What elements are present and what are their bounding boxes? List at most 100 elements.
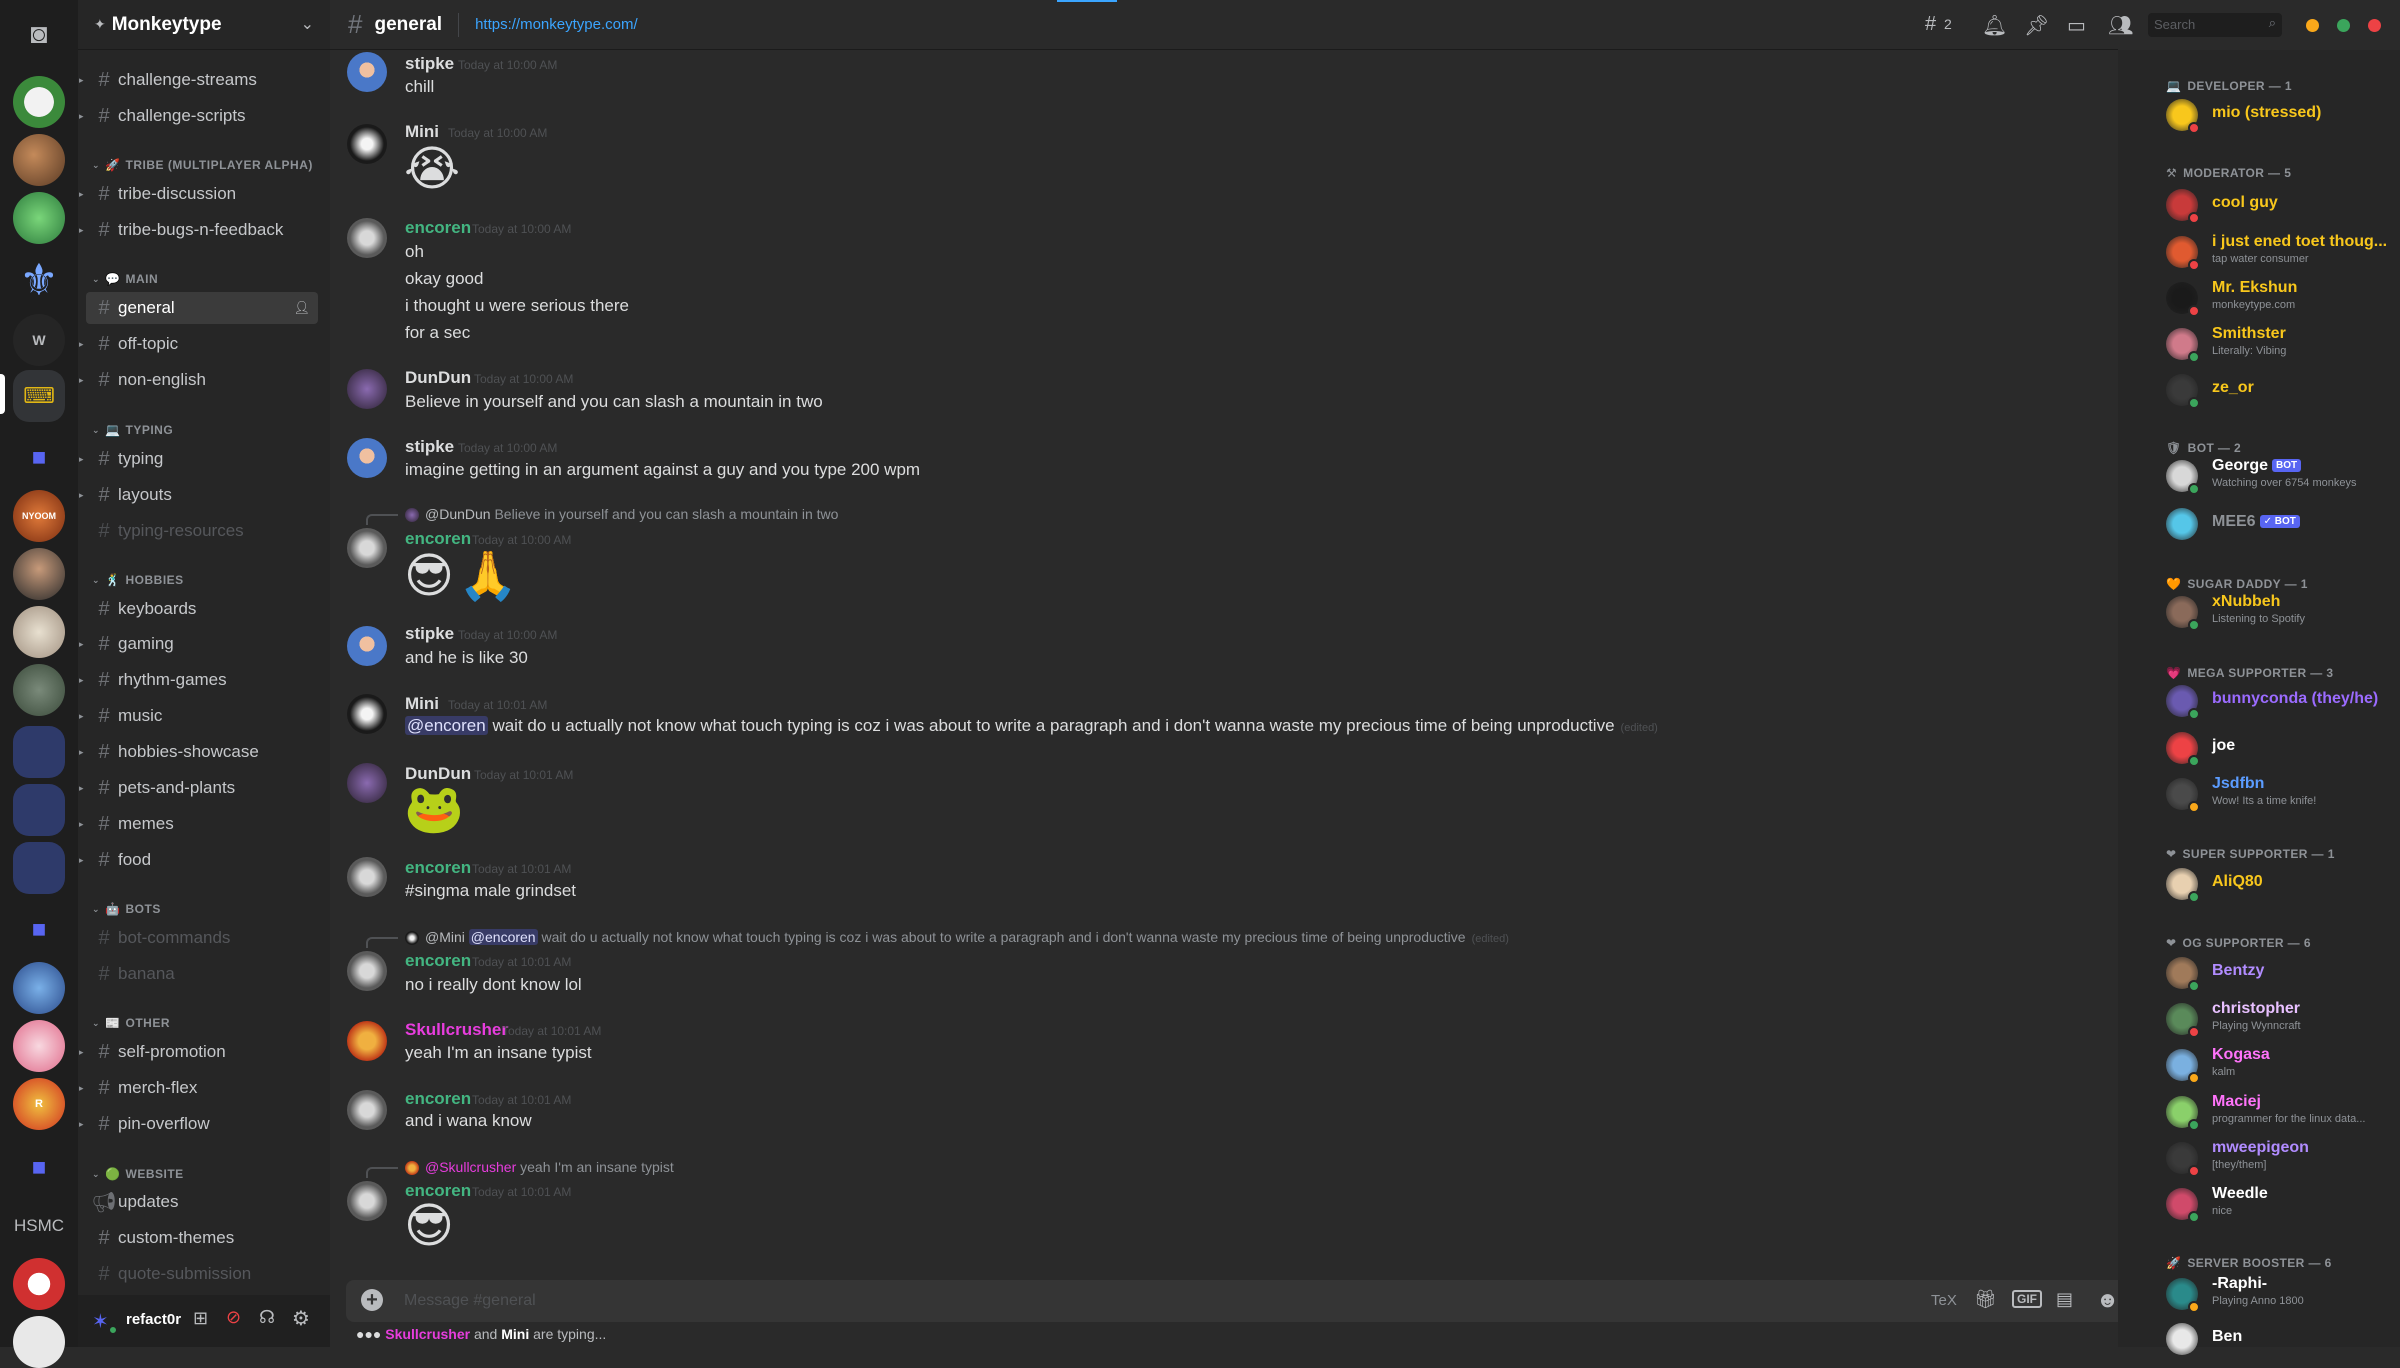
server-icon-monkeytype[interactable]: ⌨ <box>13 370 65 422</box>
member-name[interactable]: ze_or <box>2212 379 2254 397</box>
channel-typing[interactable]: ▸ # typing <box>79 443 318 475</box>
member-name[interactable]: Bentzy <box>2212 962 2264 980</box>
channel-memes[interactable]: ▸ # memes <box>79 808 318 840</box>
message-author[interactable]: stipke <box>405 437 454 457</box>
reply-author[interactable]: @Mini <box>425 929 465 945</box>
folder-icon-2[interactable]: ■ <box>13 904 65 956</box>
message-author[interactable]: encoren <box>405 858 471 878</box>
member-name[interactable]: AliQ80 <box>2212 873 2263 891</box>
member-name[interactable]: bunnyconda (they/he) <box>2212 690 2378 708</box>
channel-updates[interactable]: 📢︎ updates <box>86 1186 318 1218</box>
avatar[interactable] <box>347 1090 387 1130</box>
category-main[interactable]: ⌄ 💬 MAIN <box>92 272 158 286</box>
server-icon-pink[interactable] <box>13 1020 65 1072</box>
reply-preview[interactable]: @Mini @encoren wait do u actually not kn… <box>405 929 1509 946</box>
message-author[interactable]: encoren <box>405 951 471 971</box>
reply-author[interactable]: @Skullcrusher <box>425 1159 516 1175</box>
reply-mention[interactable]: @encoren <box>468 929 538 945</box>
avatar[interactable] <box>347 124 387 164</box>
member-avatar[interactable] <box>2166 1323 2198 1355</box>
server-icon-red[interactable] <box>13 1258 65 1310</box>
server-icon-nyoom[interactable]: NYOOM <box>13 490 65 542</box>
notification-bell-icon[interactable]: 🔔︎ <box>1982 13 2007 38</box>
channel-quote-submission[interactable]: # quote-submission <box>86 1258 318 1290</box>
sticker-icon[interactable]: ▤ <box>2056 1289 2073 1310</box>
chevron-down-icon[interactable]: ⌄ <box>301 14 314 34</box>
avatar[interactable] <box>347 763 387 803</box>
channel-non-english[interactable]: ▸ # non-english <box>79 364 318 396</box>
avatar[interactable] <box>347 626 387 666</box>
server-icon-panda[interactable] <box>13 76 65 128</box>
window-close-button[interactable] <box>2368 19 2381 32</box>
category-hobbies[interactable]: ⌄ 🕺 HOBBIES <box>92 573 184 587</box>
tex-button[interactable]: TeX <box>1931 1292 1957 1309</box>
channel-pin-overflow[interactable]: ▸ # pin-overflow <box>79 1108 318 1140</box>
avatar[interactable] <box>347 52 387 92</box>
member-name[interactable]: George BOT <box>2212 457 2302 475</box>
member-name[interactable]: mio (stressed) <box>2212 104 2321 122</box>
message-author[interactable]: Mini <box>405 694 439 714</box>
category-other[interactable]: ⌄ 📰 OTHER <box>92 1016 170 1030</box>
message-author[interactable]: encoren <box>405 218 471 238</box>
message-author[interactable]: Skullcrusher <box>405 1020 508 1040</box>
channel-keyboards[interactable]: # keyboards <box>86 593 318 625</box>
server-icon-rising[interactable]: R <box>13 1078 65 1130</box>
channel-topic-link[interactable]: https://monkeytype.com/ <box>475 16 638 33</box>
threads-icon[interactable]: # <box>1925 13 1936 36</box>
channel-self-promotion[interactable]: ▸ # self-promotion <box>79 1036 318 1068</box>
search-input[interactable]: Search ⌕ <box>2148 13 2282 37</box>
avatar[interactable] <box>347 1181 387 1221</box>
channel-rhythm-games[interactable]: ▸ # rhythm-games <box>79 664 318 696</box>
channel-banana[interactable]: # banana <box>86 958 318 990</box>
reply-preview[interactable]: @Skullcrusher yeah I'm an insane typist <box>405 1159 674 1176</box>
channel-layouts[interactable]: ▸ # layouts <box>79 479 318 511</box>
channel-merch-flex[interactable]: ▸ # merch-flex <box>79 1072 318 1104</box>
channel-tribe-discussion[interactable]: ▸ # tribe-discussion <box>79 178 318 210</box>
channel-gaming[interactable]: ▸ # gaming <box>79 628 318 660</box>
category-website[interactable]: ⌄ 🟢 WEBSITE <box>92 1167 184 1181</box>
channel-bot-commands[interactable]: # bot-commands <box>86 922 318 954</box>
message-emoji[interactable]: 😎 <box>404 553 454 601</box>
avatar[interactable] <box>347 438 387 478</box>
server-icon-person[interactable] <box>13 606 65 658</box>
server-icon-fleur[interactable]: ⚜ <box>13 254 65 306</box>
message-author[interactable]: encoren <box>405 529 471 549</box>
message-author[interactable]: stipke <box>405 624 454 644</box>
emoji-picker-icon[interactable]: ☻ <box>2096 1287 2119 1313</box>
category-bots[interactable]: ⌄ 🤖 BOTS <box>92 902 161 916</box>
window-maximize-button[interactable] <box>2337 19 2350 32</box>
category-typing[interactable]: ⌄ 💻 TYPING <box>92 423 173 437</box>
member-name[interactable]: Ben <box>2212 1328 2242 1346</box>
member-name[interactable]: Jsdfbn <box>2212 775 2264 793</box>
folder-icon-3[interactable]: ■ <box>13 1142 65 1194</box>
server-icon-w[interactable]: W <box>13 314 65 366</box>
message-input[interactable]: Message #general <box>404 1292 536 1310</box>
server-folder-1[interactable] <box>13 726 65 778</box>
message-author[interactable]: DunDun <box>405 368 471 388</box>
server-icon-bottom[interactable] <box>13 1316 65 1368</box>
reply-author[interactable]: @DunDun <box>425 506 491 522</box>
member-avatar[interactable] <box>2166 508 2198 540</box>
channel-music[interactable]: ▸ # music <box>79 700 318 732</box>
channel-food[interactable]: ▸ # food <box>79 844 318 876</box>
mute-mic-icon[interactable]: ⊘ <box>226 1307 241 1328</box>
avatar[interactable] <box>347 369 387 409</box>
channel-off-topic[interactable]: ▸ # off-topic <box>79 328 318 360</box>
server-icon-cat[interactable] <box>13 134 65 186</box>
channel-hobbies-showcase[interactable]: ▸ # hobbies-showcase <box>79 736 318 768</box>
gift-icon[interactable]: 🎁︎ <box>1974 1289 1997 1310</box>
server-icon-group[interactable] <box>13 664 65 716</box>
member-name[interactable]: i just ened toet thoug... <box>2212 233 2387 251</box>
channel-challenge-streams[interactable]: ▸ # challenge-streams <box>79 64 318 96</box>
message-emoji[interactable]: 🐸 <box>404 786 464 834</box>
member-name[interactable]: Kogasa <box>2212 1046 2270 1064</box>
member-name[interactable]: joe <box>2212 737 2235 755</box>
settings-gear-icon[interactable]: ⚙ <box>292 1306 310 1331</box>
server-folder-2[interactable] <box>13 784 65 836</box>
member-name[interactable]: cool guy <box>2212 194 2278 212</box>
activity-icon[interactable]: ⊞ <box>193 1308 208 1329</box>
member-name[interactable]: Smithster <box>2212 325 2286 343</box>
channel-custom-themes[interactable]: # custom-themes <box>86 1222 318 1254</box>
member-name[interactable]: Maciej <box>2212 1093 2261 1111</box>
avatar[interactable] <box>347 1021 387 1061</box>
